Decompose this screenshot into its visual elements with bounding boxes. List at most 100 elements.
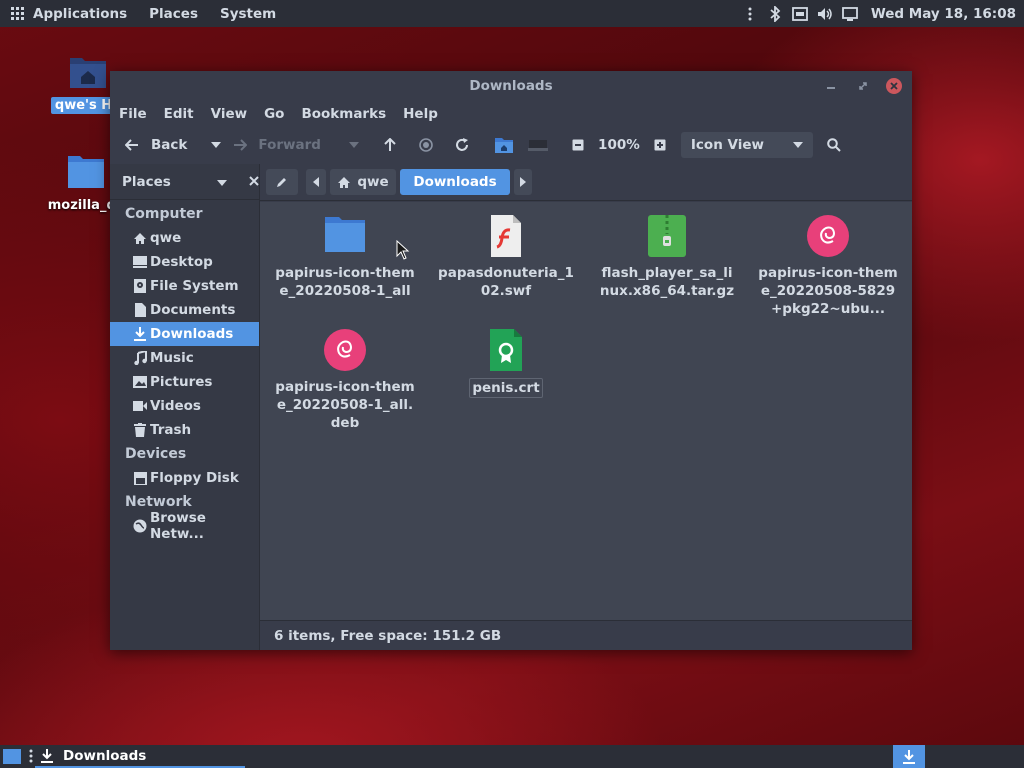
system-menu[interactable]: System <box>220 6 276 22</box>
workspace-switcher[interactable] <box>893 745 925 768</box>
arrow-left-icon <box>125 139 138 151</box>
window-title: Downloads <box>469 78 553 94</box>
bluetooth-icon[interactable] <box>767 5 783 22</box>
minimize-button[interactable] <box>822 77 840 95</box>
applications-menu[interactable]: Applications <box>33 6 127 22</box>
menu-file[interactable]: File <box>119 106 147 122</box>
file-item[interactable]: papirus-icon-theme_20220508-5829+pkg22~u… <box>758 214 898 318</box>
breadcrumb-home[interactable]: qwe <box>330 169 396 195</box>
show-desktop-icon <box>3 749 21 764</box>
view-mode-value: Icon View <box>690 137 764 153</box>
home-folder-icon <box>494 138 513 153</box>
toolbar: Back Forward 100% Icon View <box>110 126 912 164</box>
file-item[interactable]: papirus-icon-theme_20220508-1_all <box>275 214 415 300</box>
breadcrumb-scroll-right[interactable] <box>514 169 532 195</box>
places-menu[interactable]: Places <box>149 6 198 22</box>
apps-grid-icon[interactable] <box>11 6 25 21</box>
certificate-icon <box>484 328 528 372</box>
file-item[interactable]: papasdonuteria_102.swf <box>436 214 576 300</box>
sidebar-item-label: Floppy Disk <box>150 470 239 486</box>
file-item[interactable]: flash_player_sa_linux.x86_64.tar.gz <box>597 214 737 300</box>
view-mode-select[interactable]: Icon View <box>680 132 813 158</box>
close-button[interactable] <box>886 78 902 94</box>
dots-icon <box>29 749 33 763</box>
sidebar-item-label: Downloads <box>150 326 234 342</box>
file-name: flash_player_sa_linux.x86_64.tar.gz <box>599 265 735 299</box>
forward-button[interactable]: Forward <box>233 137 321 153</box>
clock[interactable]: Wed May 18, 16:08 <box>871 6 1016 22</box>
desktop-icon <box>133 255 147 269</box>
file-name: papasdonuteria_102.swf <box>438 265 574 299</box>
flash-file-icon <box>484 214 528 258</box>
sidebar-mode-dropdown[interactable] <box>216 174 227 190</box>
sidebar-item-documents[interactable]: Documents <box>110 298 259 322</box>
arrow-up-icon <box>384 138 396 151</box>
sidebar-item-label: Trash <box>150 422 192 438</box>
titlebar[interactable]: Downloads <box>110 71 912 101</box>
back-history-dropdown[interactable] <box>201 132 231 158</box>
up-button[interactable] <box>375 132 405 158</box>
zoom-out-button[interactable] <box>563 132 593 158</box>
sidebar-section-devices: Devices <box>125 446 187 462</box>
home-icon <box>338 176 351 188</box>
sidebar-item-music[interactable]: Music <box>110 346 259 370</box>
file-item[interactable]: papirus-icon-theme_20220508-1_all.deb <box>275 328 415 432</box>
show-desktop-button[interactable] <box>2 748 22 768</box>
sidebar-item-floppy[interactable]: Floppy Disk <box>110 466 259 490</box>
computer-icon <box>527 140 548 151</box>
folder-icon <box>323 214 367 258</box>
sidebar-item-pictures[interactable]: Pictures <box>110 370 259 394</box>
back-button[interactable]: Back <box>125 137 187 153</box>
forward-history-dropdown[interactable] <box>339 132 369 158</box>
trash-icon <box>133 423 147 437</box>
network-icon <box>133 519 147 533</box>
taskbar-item-downloads[interactable]: Downloads <box>35 745 245 768</box>
sidebar-section-computer: Computer <box>125 206 203 222</box>
network-wired-icon[interactable] <box>791 6 808 22</box>
chevron-down-icon <box>792 142 803 148</box>
breadcrumb-scroll-left[interactable] <box>306 169 326 195</box>
edit-location-button[interactable] <box>266 169 298 195</box>
sidebar-item-desktop[interactable]: Desktop <box>110 250 259 274</box>
breadcrumb-label: qwe <box>357 174 389 190</box>
sidebar-item-home[interactable]: qwe <box>110 226 259 250</box>
folder-icon <box>68 156 104 188</box>
debian-package-icon <box>323 328 367 372</box>
sidebar-item-browse-network[interactable]: Browse Netw... <box>110 510 259 542</box>
forward-label: Forward <box>258 137 321 153</box>
sidebar-item-label: Videos <box>150 398 201 414</box>
maximize-button[interactable] <box>854 77 872 95</box>
sidebar-item-label: Music <box>150 350 194 366</box>
menu-edit[interactable]: Edit <box>164 106 194 122</box>
search-icon <box>827 138 841 152</box>
home-button[interactable] <box>489 132 519 158</box>
menubar: File Edit View Go Bookmarks Help <box>110 101 912 126</box>
sidebar-item-trash[interactable]: Trash <box>110 418 259 442</box>
display-icon[interactable] <box>841 6 858 22</box>
zoom-in-button[interactable] <box>645 132 675 158</box>
stop-button[interactable] <box>411 132 441 158</box>
close-icon <box>890 82 898 90</box>
search-button[interactable] <box>819 132 849 158</box>
chevron-right-icon <box>520 177 526 187</box>
menu-bookmarks[interactable]: Bookmarks <box>301 106 386 122</box>
reload-button[interactable] <box>447 132 477 158</box>
volume-icon[interactable] <box>817 6 833 22</box>
sidebar-item-downloads[interactable]: Downloads <box>110 322 259 346</box>
menu-go[interactable]: Go <box>264 106 284 122</box>
sidebar-item-videos[interactable]: Videos <box>110 394 259 418</box>
task-handle[interactable] <box>29 749 33 767</box>
download-icon <box>41 748 53 763</box>
file-item[interactable]: penis.crt <box>436 328 576 398</box>
sidebar-item-file-system[interactable]: File System <box>110 274 259 298</box>
computer-button[interactable] <box>523 132 553 158</box>
menu-help[interactable]: Help <box>403 106 438 122</box>
dots-icon[interactable] <box>742 6 758 22</box>
mouse-cursor-icon <box>396 240 410 260</box>
floppy-icon <box>133 471 147 485</box>
sidebar-close-button[interactable] <box>249 174 259 190</box>
file-view[interactable]: papirus-icon-theme_20220508-1_all papasd… <box>260 202 912 620</box>
breadcrumb-downloads[interactable]: Downloads <box>400 169 510 195</box>
menu-view[interactable]: View <box>211 106 247 122</box>
chevron-left-icon <box>313 177 319 187</box>
